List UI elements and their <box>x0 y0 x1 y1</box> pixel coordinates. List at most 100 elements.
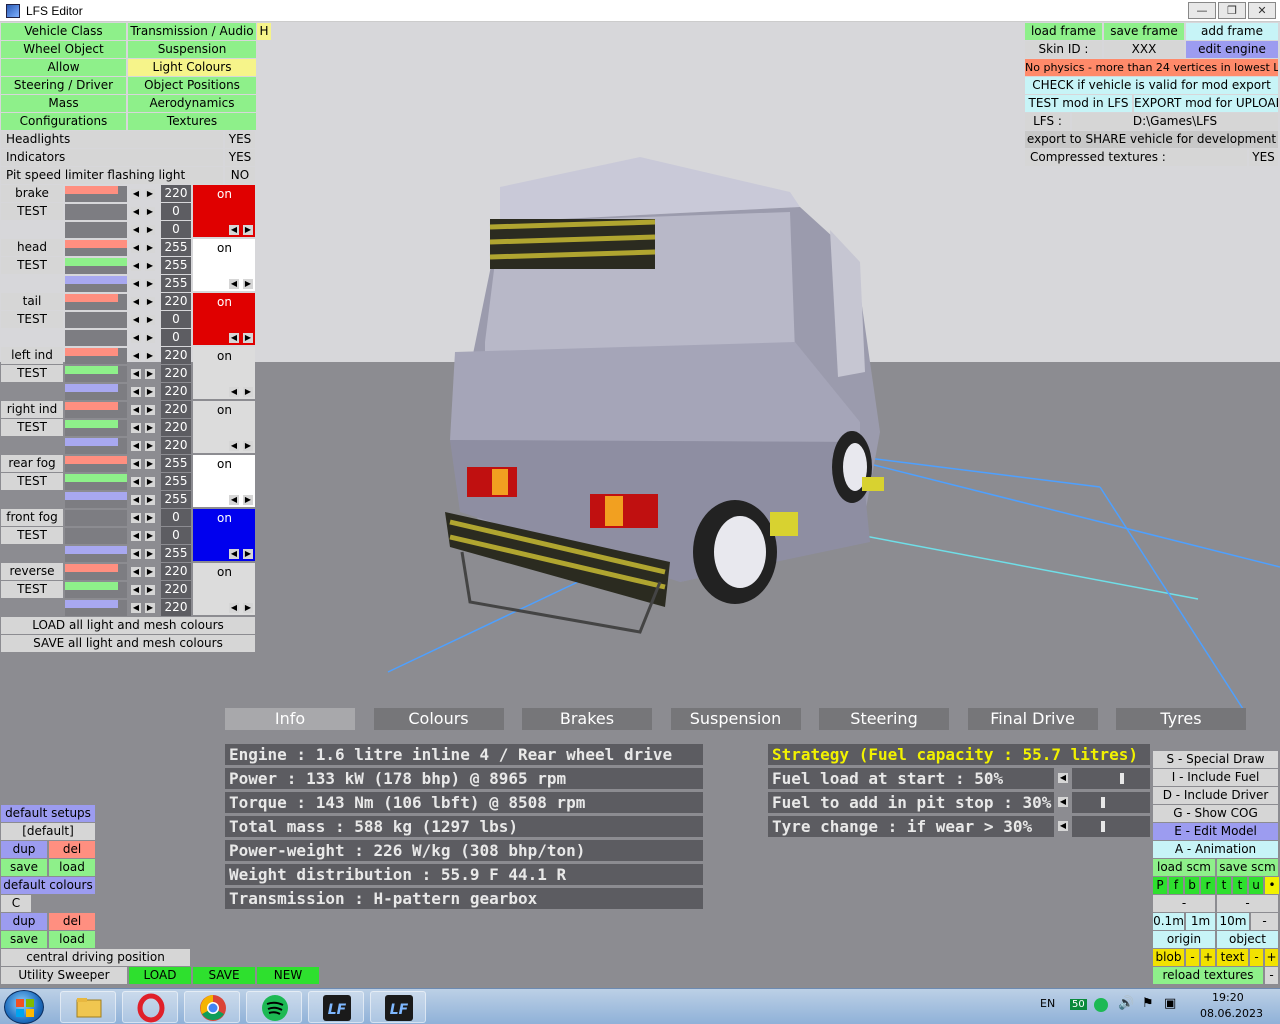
arrow-left-icon[interactable]: ◀ <box>131 333 141 343</box>
arrow-left-icon[interactable]: ◀ <box>229 495 239 505</box>
arrow-right-icon[interactable]: ▶ <box>145 243 155 253</box>
light-reverse-test-button[interactable]: TEST <box>1 581 63 598</box>
light-left-ind-r-value[interactable]: 220 <box>161 347 191 364</box>
menu-transmission-audio[interactable]: Transmission / Audio <box>128 23 256 40</box>
light-tail-b-value[interactable]: 0 <box>161 329 191 346</box>
arrow-left-icon[interactable]: ◀ <box>1058 821 1068 831</box>
colours-del-button[interactable]: del <box>49 913 95 930</box>
arrow-left-icon[interactable]: ◀ <box>131 549 141 559</box>
arrow-left-icon[interactable]: ◀ <box>131 477 141 487</box>
arrow-left-icon[interactable]: ◀ <box>1058 797 1068 807</box>
load-frame-button[interactable]: load frame <box>1025 23 1102 40</box>
light-reverse-swatch[interactable]: on ◀ ▶ <box>193 563 255 615</box>
light-left-ind-g-slider[interactable] <box>65 366 127 382</box>
setup-dup-button[interactable]: dup <box>1 841 47 858</box>
close-button[interactable]: ✕ <box>1248 2 1276 19</box>
tray-badge[interactable]: 50 <box>1070 999 1087 1010</box>
text-minus-button[interactable]: - <box>1250 949 1263 966</box>
save-scm-button[interactable]: save scm <box>1217 859 1278 876</box>
light-head-g-slider[interactable] <box>65 258 127 274</box>
tab-suspension[interactable]: Suspension <box>670 708 801 730</box>
light-tail-swatch[interactable]: on ◀ ▶ <box>193 293 255 345</box>
light-brake-b-value[interactable]: 0 <box>161 221 191 238</box>
taskbar-chrome[interactable] <box>184 991 240 1023</box>
light-reverse-g-value[interactable]: 220 <box>161 581 191 598</box>
light-tail-r-value[interactable]: 220 <box>161 293 191 310</box>
arrow-left-icon[interactable]: ◀ <box>229 441 239 451</box>
light-tail-test-button[interactable]: TEST <box>1 311 63 328</box>
taskbar-explorer[interactable] <box>60 991 116 1023</box>
paint-mode-4-button[interactable]: t <box>1217 877 1231 894</box>
arrow-left-icon[interactable]: ◀ <box>229 279 239 289</box>
menu-mass[interactable]: Mass <box>1 95 126 112</box>
load-light-colours-button[interactable]: LOAD all light and mesh colours <box>1 617 255 634</box>
tab-steering[interactable]: Steering <box>819 708 949 730</box>
include-fuel-button[interactable]: I - Include Fuel <box>1153 769 1278 786</box>
arrow-left-icon[interactable]: ◀ <box>229 603 239 613</box>
arrow-right-icon[interactable]: ▶ <box>145 405 155 415</box>
light-front-fog-swatch[interactable]: on ◀ ▶ <box>193 509 255 561</box>
light-rear-fog-b-slider[interactable] <box>65 492 127 508</box>
language-indicator[interactable]: EN <box>1040 997 1055 1010</box>
load-scm-button[interactable]: load scm <box>1153 859 1215 876</box>
light-left-ind-b-value[interactable]: 220 <box>161 383 191 400</box>
light-head-test-button[interactable]: TEST <box>1 257 63 274</box>
arrow-right-icon[interactable]: ▶ <box>243 495 253 505</box>
arrow-right-icon[interactable]: ▶ <box>145 225 155 235</box>
light-right-ind-b-value[interactable]: 220 <box>161 437 191 454</box>
strategy-slider[interactable] <box>1072 816 1150 837</box>
arrow-left-icon[interactable]: ◀ <box>1058 773 1068 783</box>
minus-button-right[interactable]: - <box>1217 895 1278 912</box>
arrow-right-icon[interactable]: ▶ <box>145 603 155 613</box>
central-driving-position-button[interactable]: central driving position <box>1 949 190 966</box>
light-front-fog-r-slider[interactable] <box>65 510 127 526</box>
arrow-right-icon[interactable]: ▶ <box>145 333 155 343</box>
vehicle-load-button[interactable]: LOAD <box>129 967 191 984</box>
light-front-fog-r-value[interactable]: 0 <box>161 509 191 526</box>
menu-vehicle-class[interactable]: Vehicle Class <box>1 23 126 40</box>
start-button[interactable] <box>4 990 44 1024</box>
text-plus-button[interactable]: + <box>1265 949 1278 966</box>
light-brake-g-slider[interactable] <box>65 204 127 220</box>
menu-suspension[interactable]: Suspension <box>128 41 256 58</box>
paint-mode-7-button[interactable]: • <box>1265 877 1279 894</box>
network-icon[interactable]: ▣ <box>1164 996 1176 1011</box>
minimize-button[interactable]: — <box>1188 2 1216 19</box>
step-1m-button[interactable]: 1m <box>1186 913 1215 930</box>
colours-load-button[interactable]: load <box>49 931 95 948</box>
arrow-left-icon[interactable]: ◀ <box>131 531 141 541</box>
arrow-left-icon[interactable]: ◀ <box>131 441 141 451</box>
light-brake-swatch[interactable]: on ◀ ▶ <box>193 185 255 237</box>
step-minus-button[interactable]: - <box>1251 913 1278 930</box>
light-reverse-b-slider[interactable] <box>65 600 127 616</box>
arrow-right-icon[interactable]: ▶ <box>145 423 155 433</box>
arrow-left-icon[interactable]: ◀ <box>229 387 239 397</box>
arrow-left-icon[interactable]: ◀ <box>131 243 141 253</box>
save-frame-button[interactable]: save frame <box>1104 23 1184 40</box>
arrow-left-icon[interactable]: ◀ <box>131 279 141 289</box>
taskbar-spotify[interactable] <box>246 991 302 1023</box>
arrow-left-icon[interactable]: ◀ <box>131 297 141 307</box>
arrow-left-icon[interactable]: ◀ <box>131 567 141 577</box>
paint-mode-5-button[interactable]: t <box>1233 877 1247 894</box>
light-head-r-slider[interactable] <box>65 240 127 256</box>
arrow-right-icon[interactable]: ▶ <box>243 333 253 343</box>
taskbar-opera[interactable] <box>122 991 178 1023</box>
menu-object-positions[interactable]: Object Positions <box>128 77 256 94</box>
edit-model-button[interactable]: E - Edit Model <box>1153 823 1278 840</box>
slider-knob[interactable] <box>1101 797 1105 808</box>
arrow-right-icon[interactable]: ▶ <box>145 531 155 541</box>
light-right-ind-r-value[interactable]: 220 <box>161 401 191 418</box>
light-head-b-slider[interactable] <box>65 276 127 292</box>
text-button[interactable]: text <box>1217 949 1248 966</box>
test-mod-button[interactable]: TEST mod in LFS <box>1025 95 1132 112</box>
arrow-right-icon[interactable]: ▶ <box>145 207 155 217</box>
paint-mode-2-button[interactable]: b <box>1185 877 1199 894</box>
light-right-ind-test-button[interactable]: TEST <box>1 419 63 436</box>
spotify-tray-icon[interactable] <box>1094 998 1108 1012</box>
tab-colours[interactable]: Colours <box>373 708 504 730</box>
paint-mode-0-button[interactable]: P <box>1153 877 1167 894</box>
strategy-slider[interactable] <box>1072 768 1150 789</box>
clock-time[interactable]: 19:20 <box>1212 991 1244 1004</box>
arrow-right-icon[interactable]: ▶ <box>145 513 155 523</box>
